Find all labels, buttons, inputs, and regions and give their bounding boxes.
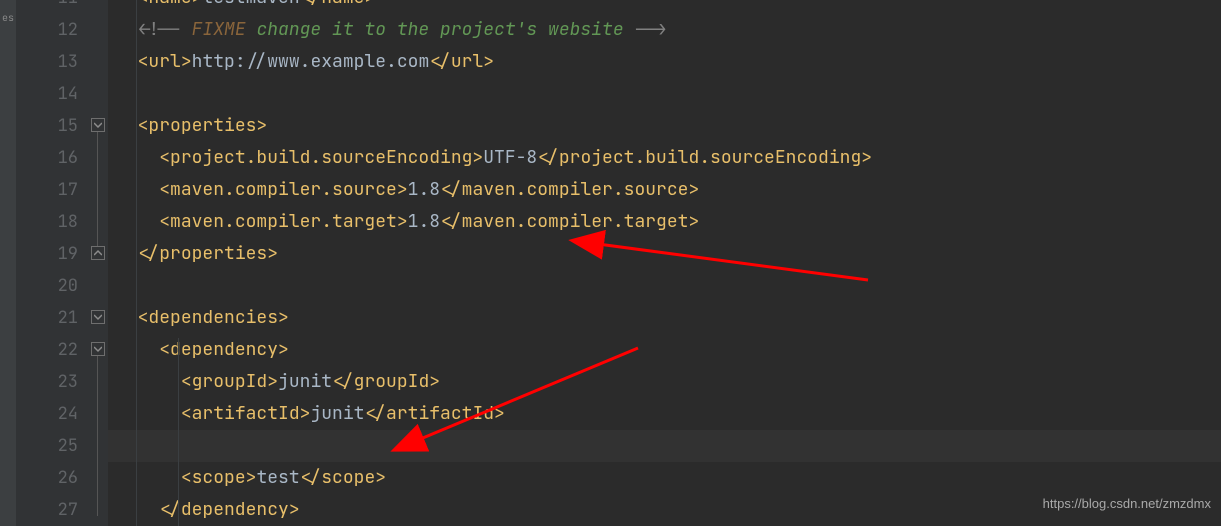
line-number: 26	[16, 462, 78, 494]
url-value: http://www.example.com	[192, 50, 430, 73]
code-line: <artifactId>junit</artifactId>	[116, 398, 1221, 430]
source-encoding-value: UTF-8	[483, 146, 537, 169]
tag-compiler-target-close: maven.compiler.target	[462, 210, 689, 233]
line-number-gutter[interactable]: 11 12 13 14 15 16 17 18 19 20 21 22 23 2…	[16, 0, 88, 526]
code-line: <properties>	[116, 110, 1221, 142]
line-number: 23	[16, 366, 78, 398]
line-number: 19	[16, 238, 78, 270]
code-line: <name>testmaven</name>	[116, 0, 1221, 14]
code-line: <dependency>	[116, 334, 1221, 366]
line-number: 20	[16, 270, 78, 302]
line-number: 18	[16, 206, 78, 238]
scope-value: test	[256, 466, 299, 489]
line-number: 12	[16, 14, 78, 46]
tag-scope: scope	[192, 466, 246, 489]
fold-gutter[interactable]	[88, 0, 108, 526]
tag-artifactid-close: artifactId	[386, 402, 494, 425]
line-number: 11	[16, 0, 78, 14]
line-number: 25	[16, 430, 78, 462]
code-editor[interactable]: es 11 12 13 14 15 16 17 18 19 20 21 22 2…	[0, 0, 1221, 526]
code-line	[116, 78, 1221, 110]
compiler-source-value: 1.8	[408, 178, 440, 201]
code-line: <url>http://www.example.com</url>	[116, 46, 1221, 78]
tag-compiler-source: maven.compiler.source	[170, 178, 397, 201]
tag-source-encoding: project.build.sourceEncoding	[170, 146, 472, 169]
code-area[interactable]: <name>testmaven</name> <!-- FIXME change…	[108, 0, 1221, 526]
project-label: es	[0, 0, 16, 36]
xml-comment-close: -->	[634, 18, 666, 41]
code-line: <project.build.sourceEncoding>UTF-8</pro…	[116, 142, 1221, 174]
fixme-keyword: FIXME	[192, 18, 246, 41]
fold-toggle-icon[interactable]	[91, 310, 105, 324]
tag-dependency-close: dependency	[181, 498, 289, 521]
xml-comment-open: <!--	[138, 18, 181, 41]
fold-line	[97, 356, 98, 516]
artifactid-value: junit	[310, 402, 364, 425]
fold-line	[97, 132, 98, 246]
fold-toggle-icon[interactable]	[91, 118, 105, 132]
line-number: 13	[16, 46, 78, 78]
code-line: <dependencies>	[116, 302, 1221, 334]
tag-artifactid: artifactId	[192, 402, 300, 425]
line-number: 22	[16, 334, 78, 366]
indent-guide	[178, 338, 179, 526]
code-line: <maven.compiler.target>1.8</maven.compil…	[116, 206, 1221, 238]
tag-groupid-close: groupId	[354, 370, 430, 393]
indent-guide	[136, 0, 137, 526]
current-line-highlight	[108, 430, 1221, 462]
fold-toggle-icon[interactable]	[91, 342, 105, 356]
code-line: <maven.compiler.source>1.8</maven.compil…	[116, 174, 1221, 206]
code-line: <!-- FIXME change it to the project's we…	[116, 14, 1221, 46]
line-number: 16	[16, 142, 78, 174]
tag-scope-close: scope	[321, 466, 375, 489]
line-number: 24	[16, 398, 78, 430]
groupid-value: junit	[278, 370, 332, 393]
tag-properties-close: properties	[159, 242, 267, 265]
comment-text: change it to the project's website	[256, 18, 623, 41]
line-number: 15	[16, 110, 78, 142]
tag-url: url	[148, 50, 180, 73]
line-number: 27	[16, 494, 78, 526]
tag-source-encoding-close: project.build.sourceEncoding	[559, 146, 861, 169]
tag-groupid: groupId	[192, 370, 268, 393]
code-line: </properties>	[116, 238, 1221, 270]
tag-compiler-target: maven.compiler.target	[170, 210, 397, 233]
code-line	[116, 270, 1221, 302]
tag-compiler-source-close: maven.compiler.source	[462, 178, 689, 201]
fold-toggle-icon[interactable]	[91, 246, 105, 260]
code-line: <groupId>junit</groupId>	[116, 366, 1221, 398]
tag-dependency: dependency	[170, 338, 278, 361]
tool-strip: es	[0, 0, 16, 526]
line-number: 14	[16, 78, 78, 110]
tag-url-close: url	[451, 50, 483, 73]
tag-dependencies: dependencies	[148, 306, 278, 329]
compiler-target-value: 1.8	[408, 210, 440, 233]
watermark: https://blog.csdn.net/zmzdmx	[1043, 488, 1211, 520]
line-number: 21	[16, 302, 78, 334]
tag-properties: properties	[148, 114, 256, 137]
line-number: 17	[16, 174, 78, 206]
